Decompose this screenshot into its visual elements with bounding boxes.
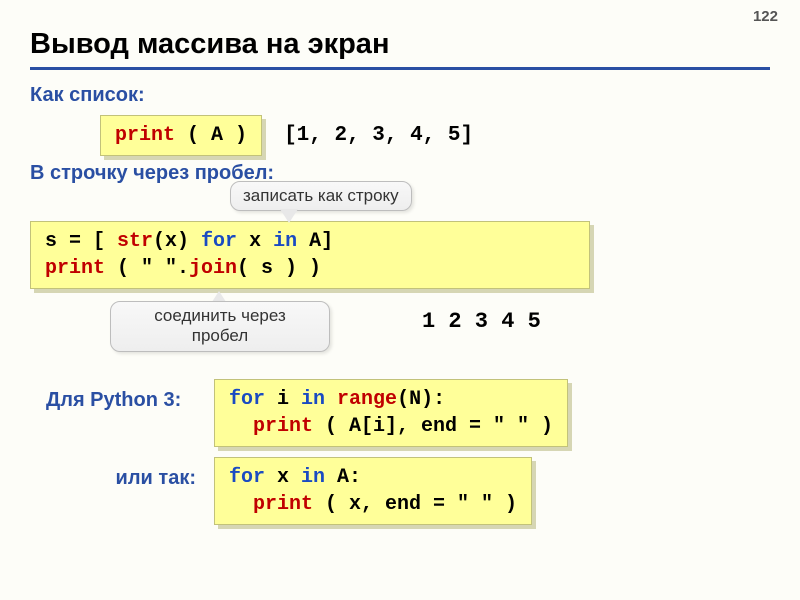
code-join: s = [ str(x) for x in A] print ( " ".joi…: [30, 221, 590, 289]
callout-tail-top: [280, 209, 298, 223]
kw-print3: print: [229, 415, 313, 438]
l1b: (x): [153, 230, 201, 253]
l2b3: ( x, end = " " ): [313, 493, 517, 516]
subhead-list: Как список:: [30, 84, 770, 107]
output-list: [1, 2, 3, 4, 5]: [284, 124, 473, 147]
kw-join: join: [189, 257, 237, 280]
kw-for3: for: [229, 466, 265, 489]
kw-in3: in: [301, 466, 325, 489]
row-py3: Для Python 3: for i in range(N): print (…: [30, 379, 770, 447]
kw-in2: in: [301, 388, 325, 411]
page-number: 122: [753, 8, 778, 25]
for-i: i: [265, 388, 301, 411]
callout-join-space: соединить через пробел: [110, 301, 330, 352]
page-title: Вывод массива на экран: [30, 28, 770, 70]
callout-bottom-l2: пробел: [192, 326, 248, 345]
kw-in: in: [273, 230, 297, 253]
rest: (N):: [397, 388, 445, 411]
mid: x: [265, 466, 301, 489]
label-or: или так:: [46, 467, 206, 490]
kw-print: print: [115, 124, 175, 147]
code-for-range: for i in range(N): print ( A[i], end = "…: [214, 379, 568, 447]
l2b: ( " ".: [105, 257, 189, 280]
arg-A: A: [211, 124, 223, 147]
code-for-x: for x in A: print ( x, end = " " ): [214, 457, 532, 525]
paren-l: (: [175, 124, 211, 147]
subhead-py3: Для Python 3:: [46, 389, 206, 412]
callout-write-as-string: записать как строку: [230, 181, 412, 211]
output-joined: 1 2 3 4 5: [422, 309, 541, 334]
kw-for2: for: [229, 388, 265, 411]
l2c: ( s ) ): [237, 257, 321, 280]
end: A:: [325, 466, 361, 489]
row-or: или так: for x in A: print ( x, end = " …: [30, 457, 770, 525]
l2b2: ( A[i], end = " " ): [313, 415, 553, 438]
kw-for: for: [201, 230, 237, 253]
kw-print4: print: [229, 493, 313, 516]
row-print-list: print ( A ) [1, 2, 3, 4, 5]: [100, 115, 770, 156]
kw-print2: print: [45, 257, 105, 280]
kw-str: str: [117, 230, 153, 253]
kw-range: range: [325, 388, 397, 411]
l1c: x: [237, 230, 273, 253]
l1a: s = [: [45, 230, 117, 253]
code-print-A: print ( A ): [100, 115, 262, 156]
block-join: записать как строку s = [ str(x) for x i…: [30, 221, 770, 289]
paren-r: ): [223, 124, 247, 147]
content-area: Как список: print ( A ) [1, 2, 3, 4, 5] …: [30, 78, 770, 531]
callout-bottom-l1: соединить через: [154, 306, 286, 325]
l1d: A]: [297, 230, 333, 253]
